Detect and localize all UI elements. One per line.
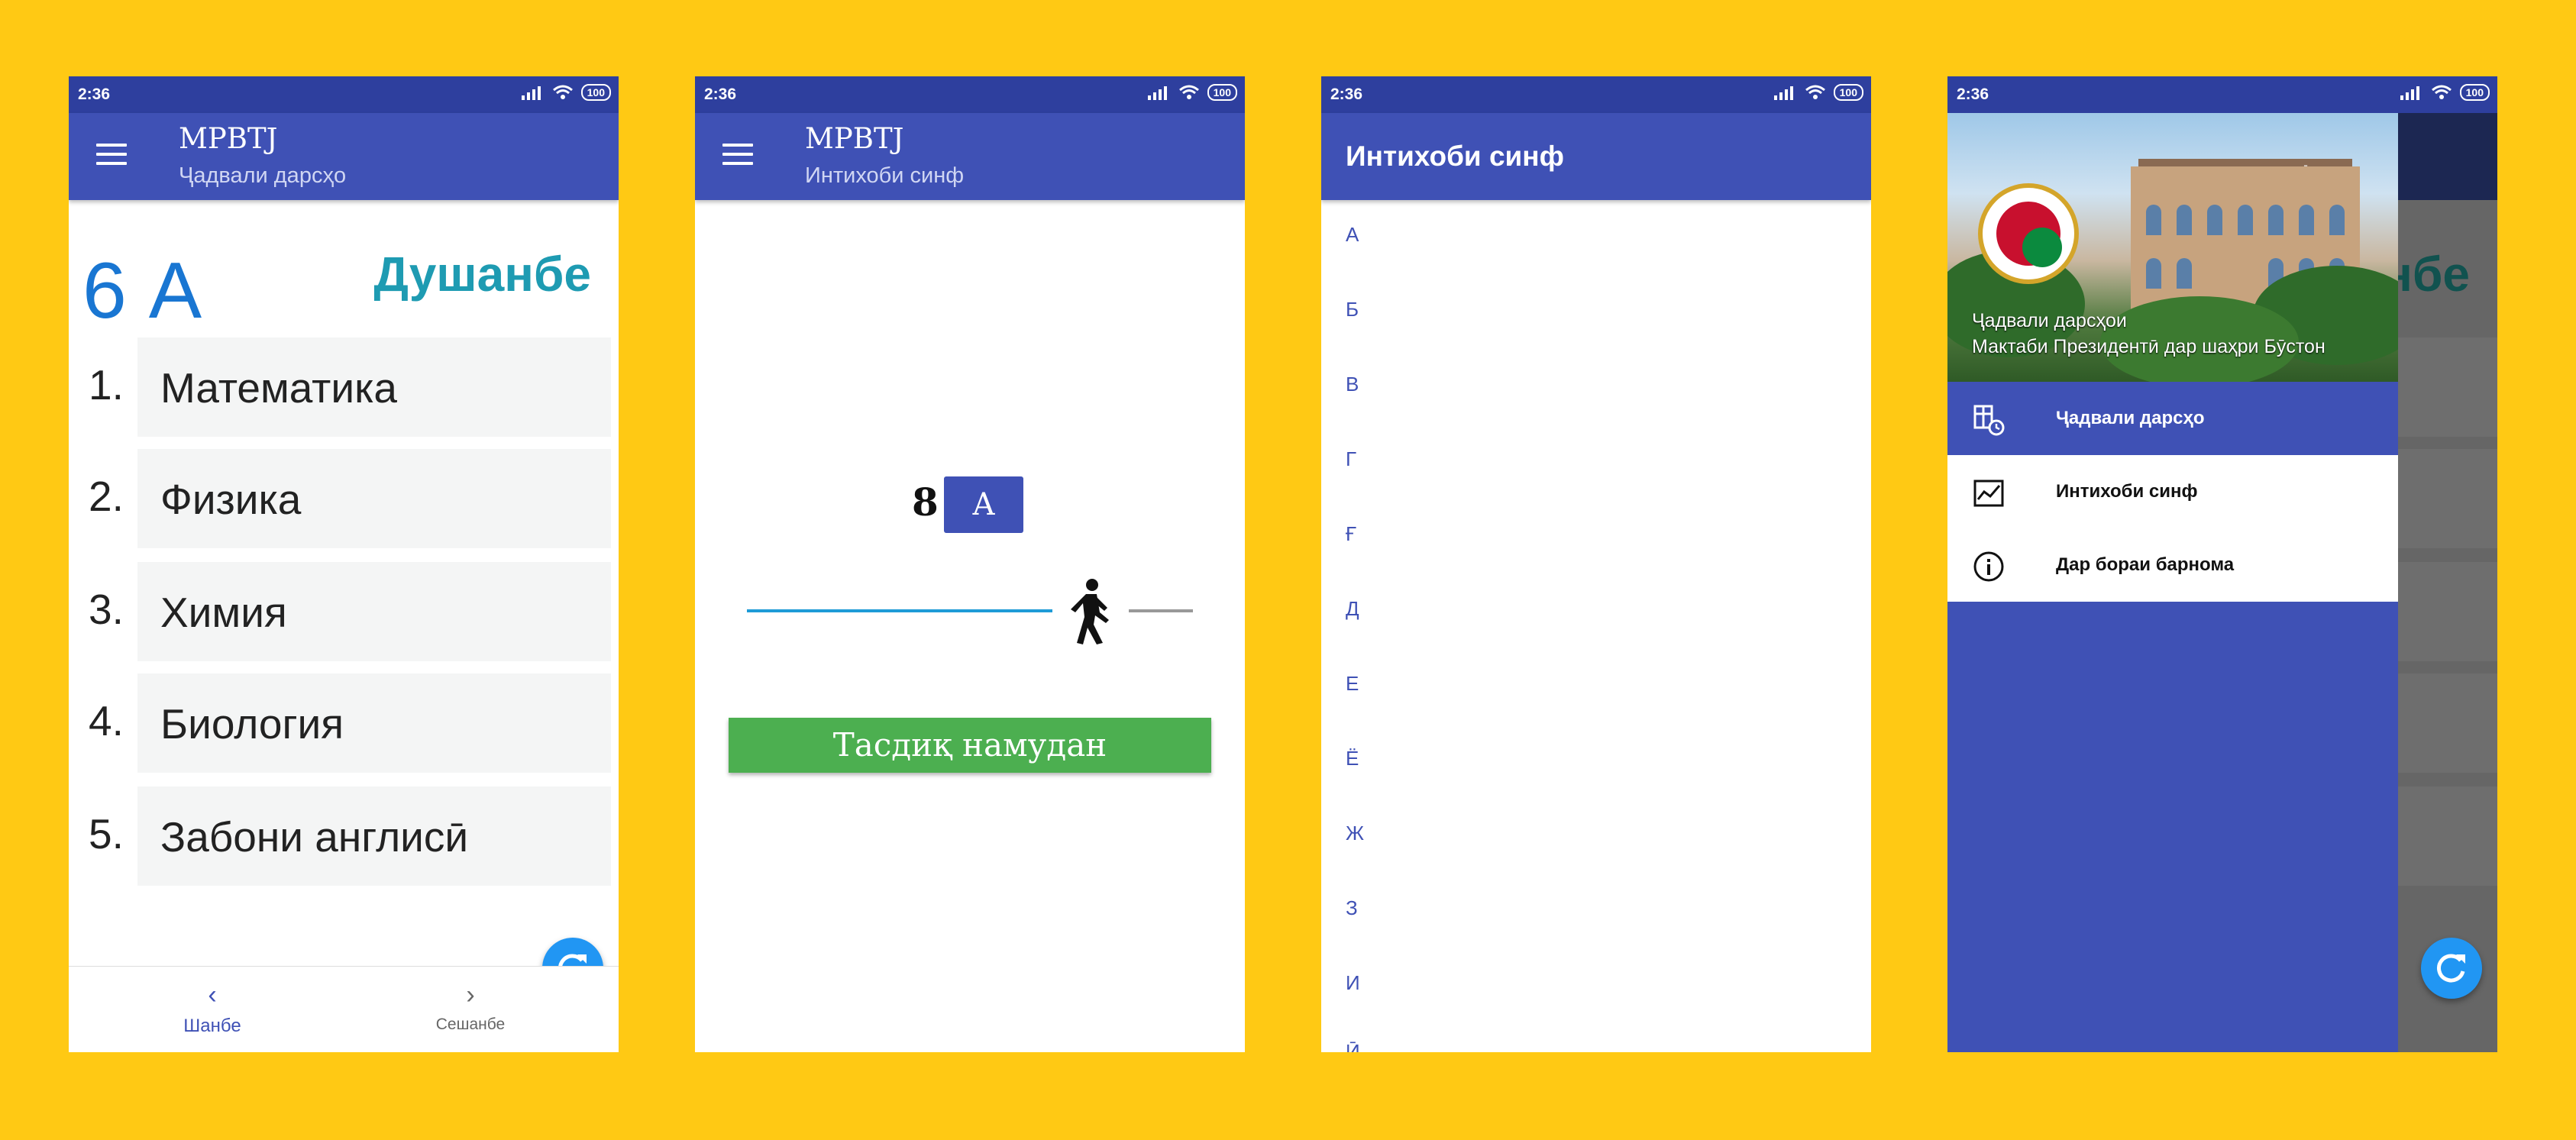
lesson-name: Биология [160,700,344,748]
app-bar: Интихоби синф [1321,113,1871,200]
lesson-number: 5. [89,810,124,857]
letter-item[interactable]: И [1346,971,1360,995]
battery-icon: 100 [1207,84,1237,101]
wifi-icon [2431,85,2452,99]
battery-icon: 100 [2459,84,2490,101]
drawer-header-subtitle: Мактаби Президентӣ дар шаҳри Бӯстон [1972,336,2326,357]
app-bar: МРВТЈ Интихоби синф [695,113,1245,200]
lesson-name: Математика [160,364,397,412]
lesson-name: Физика [160,476,302,523]
lesson-name: Химия [160,589,287,636]
letter-item[interactable]: Ж [1346,822,1364,845]
letter-item[interactable]: Г [1346,447,1356,471]
class-label: 6 А [82,247,202,335]
hamburger-menu-icon[interactable] [96,144,127,170]
letter-item[interactable]: З [1346,896,1358,920]
hamburger-menu-icon[interactable] [722,144,753,170]
prev-day-button[interactable]: ‹ Шанбе [136,982,289,1037]
lesson-number: 4. [89,697,124,744]
lesson-row: 2. Физика [69,449,619,548]
phone-select-class: 2:36 100 МРВТЈ Интихоби синф 8 А Тасдиқ … [695,76,1245,1052]
walking-person-icon[interactable] [1063,577,1118,646]
letter-item[interactable]: Б [1346,298,1359,321]
letter-item[interactable]: Е [1346,672,1359,696]
grade-number[interactable]: 8 [912,480,939,525]
status-time: 2:36 [1330,86,1363,103]
refresh-icon [2437,954,2465,983]
lesson-name: Забони англисӣ [160,813,469,861]
signal-icon [521,86,541,100]
status-bar: 2:36 100 [1947,76,2497,113]
timetable-icon [1973,405,2005,436]
phone-letter-list: 2:36 100 Интихоби синф А Б В Г Ғ Д Е Ё Ж… [1321,76,1871,1052]
wifi-icon [1178,85,1199,99]
phone-drawer: 2:36 100 нбе МАКТАБИ ПРЕЗИДЕНТӢ [1947,76,2497,1052]
slider-track-active[interactable] [747,609,1052,612]
lesson-number: 2. [89,473,124,520]
lesson-number: 1. [89,361,124,409]
confirm-button[interactable]: Тасдиқ намудан [729,718,1211,773]
lesson-number: 3. [89,586,124,633]
letter-item[interactable]: В [1346,373,1359,396]
next-day-button[interactable]: › Сешанбе [394,982,547,1034]
battery-icon: 100 [1833,84,1863,101]
drawer-item-about[interactable]: Дар бораи барнома [1947,528,2398,602]
day-label: Душанбе [373,247,591,302]
letter-item[interactable]: А [1346,223,1359,247]
signal-icon [1773,86,1793,100]
school-emblem-logo [1978,183,2079,284]
drawer-item-label: Дар бораи барнома [2056,554,2235,575]
status-bar: 2:36 100 [695,76,1245,113]
chevron-right-icon: › [466,980,475,1009]
wifi-icon [1805,85,1825,99]
drawer-item-label: Ҷадвали дарсҳо [2056,408,2205,428]
status-time: 2:36 [1957,86,1989,103]
chevron-left-icon: ‹ [208,980,217,1009]
letter-item[interactable]: Ӣ [1346,1040,1360,1052]
status-bar: 2:36 100 [69,76,619,113]
letter-item[interactable]: Ғ [1346,522,1356,546]
app-subtitle: Ҷадвали дарсҳо [179,163,347,188]
info-icon [1973,551,2004,582]
battery-icon: 100 [580,84,611,101]
lesson-row: 4. Биология [69,673,619,773]
wifi-icon [552,85,573,99]
app-subtitle: Интихоби синф [805,163,965,188]
app-title: МРВТЈ [179,122,278,155]
class-letter-button[interactable]: А [944,476,1023,533]
letter-item[interactable]: Ё [1346,747,1359,770]
lesson-row: 3. Химия [69,562,619,661]
navigation-drawer: МАКТАБИ ПРЕЗИДЕНТӢ Ҷадвали дарсҳои Макта… [1947,113,2398,1052]
drawer-item-timetable[interactable]: Ҷадвали дарсҳо [1947,382,2398,455]
drawer-header-title: Ҷадвали дарсҳои [1972,310,2127,331]
lesson-row: 5. Забони англисӣ [69,786,619,886]
app-title: МРВТЈ [805,122,904,155]
slider-track-inactive[interactable] [1129,609,1193,612]
status-time: 2:36 [704,86,737,103]
refresh-button[interactable] [2421,938,2482,999]
phone-timetable: 2:36 100 МРВТЈ Ҷадвали дарсҳо 6 А Душанб… [69,76,619,1052]
prev-day-label: Шанбе [183,1016,241,1036]
signal-icon [2400,86,2419,100]
page-title: Интихоби синф [1346,140,1564,172]
status-time: 2:36 [78,86,111,103]
drawer-item-select-class[interactable]: Интихоби синф [1947,455,2398,528]
drawer-header-image: МАКТАБИ ПРЕЗИДЕНТӢ Ҷадвали дарсҳои Макта… [1947,113,2398,382]
next-day-label: Сешанбе [435,1016,506,1033]
app-bar: МРВТЈ Ҷадвали дарсҳо [69,113,619,200]
drawer-item-label: Интихоби синф [2056,481,2198,502]
signal-icon [1147,86,1167,100]
lesson-row: 1. Математика [69,337,619,437]
chart-icon [1973,480,2004,507]
status-bar: 2:36 100 [1321,76,1871,113]
letter-item[interactable]: Д [1346,597,1359,621]
bottom-navigation: ‹ Шанбе › Сешанбе [69,966,619,1052]
